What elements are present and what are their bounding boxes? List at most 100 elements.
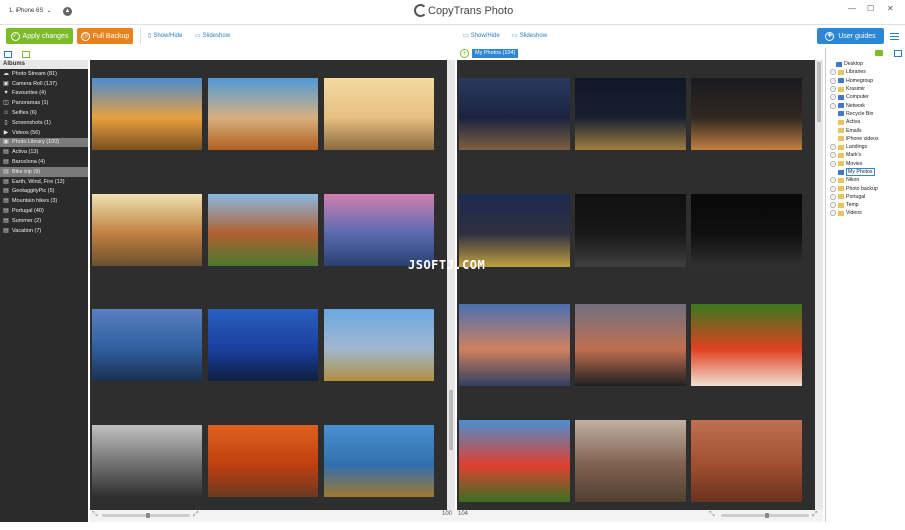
tree-item[interactable]: ›My Photos — [826, 168, 905, 176]
album-item[interactable]: ▤ Summer (2) — [0, 216, 88, 226]
photo-thumbnail[interactable] — [691, 420, 802, 502]
album-item[interactable]: ▤ Bike trip (9) — [0, 166, 88, 177]
photo-thumbnail[interactable] — [92, 425, 202, 497]
close-button[interactable]: ✕ — [887, 4, 894, 13]
expand-arrow-icon[interactable]: › — [830, 185, 836, 192]
photo-thumbnail[interactable] — [92, 309, 202, 381]
album-item[interactable]: ▶ Videos (56) — [0, 128, 88, 138]
photo-thumbnail[interactable] — [459, 194, 570, 267]
right-scrollbar[interactable] — [815, 60, 823, 510]
album-item[interactable]: ◫ Panoramas (1) — [0, 98, 88, 108]
tree-item[interactable]: › Mark's — [826, 151, 905, 159]
left-zoom-slider[interactable] — [102, 513, 190, 518]
scrollbar-thumb[interactable] — [817, 62, 821, 122]
collapse-icon[interactable]: ⤡ — [92, 511, 98, 519]
scrollbar-thumb[interactable] — [449, 390, 453, 450]
album-item[interactable]: ▤ Portugal (40) — [0, 206, 88, 216]
photo-thumbnail[interactable] — [324, 194, 434, 266]
photo-thumbnail[interactable] — [459, 304, 570, 386]
right-zoom-slider[interactable] — [721, 513, 809, 518]
expand-arrow-icon[interactable]: › — [830, 69, 836, 76]
photo-thumbnail[interactable] — [92, 194, 202, 266]
left-slideshow-button[interactable]: ▭ Slideshow — [195, 32, 230, 40]
photo-thumbnail[interactable] — [208, 78, 318, 150]
tree-item[interactable]: › Videos — [826, 209, 905, 217]
left-showhide-button[interactable]: ▯ Show/Hide — [148, 32, 182, 40]
expand-arrow-icon[interactable]: › — [830, 94, 836, 101]
my-photos-tag[interactable]: My Photos (104) — [472, 49, 519, 58]
hide-tree-icon[interactable] — [894, 50, 902, 57]
expand-arrow-icon[interactable]: › — [830, 144, 836, 151]
photo-thumbnail[interactable] — [324, 425, 434, 497]
photo-thumbnail[interactable] — [459, 78, 570, 150]
album-item[interactable]: ▤ Vacation (7) — [0, 226, 88, 236]
tree-item[interactable]: › Movies — [826, 160, 905, 168]
tree-item[interactable]: ›Recycle Bin — [826, 110, 905, 118]
new-album-icon[interactable] — [22, 50, 30, 58]
photo-thumbnail[interactable] — [92, 78, 202, 150]
expand-icon[interactable]: ⤢ — [193, 511, 199, 519]
tree-item[interactable]: › Homegroup — [826, 77, 905, 85]
tree-item[interactable]: › Temp — [826, 201, 905, 209]
expand-arrow-icon[interactable]: › — [830, 102, 836, 109]
album-item[interactable]: ▤ Earth, Wind, Fire (13) — [0, 177, 88, 187]
add-icon[interactable]: + — [460, 49, 469, 58]
expand-arrow-icon[interactable]: › — [830, 86, 836, 93]
tree-item[interactable]: ›Activa — [826, 118, 905, 126]
photo-thumbnail[interactable] — [324, 309, 434, 381]
expand-arrow-icon[interactable]: › — [830, 177, 836, 184]
album-item[interactable]: ▤ Activa (13) — [0, 147, 88, 157]
expand-arrow-icon[interactable]: › — [830, 210, 836, 217]
device-selector[interactable]: 1. iPhone 6S ⌄ — [9, 7, 51, 15]
expand-icon[interactable]: ⤢ — [812, 511, 818, 519]
expand-arrow-icon[interactable]: › — [830, 152, 836, 159]
album-item[interactable]: ☁ Photo Stream (81) — [0, 69, 88, 79]
new-folder-icon[interactable] — [875, 50, 883, 56]
photo-thumbnail[interactable] — [208, 309, 318, 381]
right-showhide-button[interactable]: ▭ Show/Hide — [463, 32, 500, 40]
photo-thumbnail[interactable] — [324, 78, 434, 150]
photo-thumbnail[interactable] — [575, 304, 686, 386]
tree-item[interactable]: ›Emails — [826, 126, 905, 134]
photo-thumbnail[interactable] — [575, 420, 686, 502]
right-slideshow-button[interactable]: ▭ Slideshow — [512, 32, 547, 40]
zoom-knob[interactable] — [146, 513, 150, 518]
expand-arrow-icon[interactable]: › — [830, 77, 836, 84]
album-item[interactable]: ▤ GeotaggityPic (5) — [0, 187, 88, 197]
minimize-button[interactable]: — — [848, 4, 856, 13]
photo-thumbnail[interactable] — [691, 194, 802, 267]
tree-item[interactable]: › Libraries — [826, 68, 905, 76]
expand-arrow-icon[interactable]: › — [830, 202, 836, 209]
album-item[interactable]: ▣ Photo Library (100) — [0, 137, 88, 148]
tree-item[interactable]: › Computer — [826, 93, 905, 101]
apply-changes-button[interactable]: ✓ Apply changes — [6, 28, 73, 44]
photo-thumbnail[interactable] — [691, 304, 802, 386]
photo-thumbnail[interactable] — [575, 194, 686, 267]
photo-thumbnail[interactable] — [208, 194, 318, 266]
photo-thumbnail[interactable] — [459, 420, 570, 502]
tree-item[interactable]: › Portugal — [826, 193, 905, 201]
album-item[interactable]: ☺ Selfies (6) — [0, 108, 88, 118]
album-item[interactable]: ▤ Barcelona (4) — [0, 157, 88, 167]
hamburger-menu-icon[interactable] — [890, 33, 899, 42]
tree-item[interactable]: ›iPhone videos — [826, 135, 905, 143]
eject-icon[interactable]: ▲ — [63, 7, 72, 16]
zoom-knob[interactable] — [765, 513, 769, 518]
tree-item[interactable]: › Nikon — [826, 176, 905, 184]
tree-item[interactable]: ›Desktop — [826, 60, 905, 68]
maximize-button[interactable]: ☐ — [867, 4, 874, 13]
user-guides-button[interactable]: ✚ User guides — [817, 28, 884, 44]
tree-item[interactable]: › Krasimir — [826, 85, 905, 93]
album-item[interactable]: ▤ Mountain hikes (3) — [0, 196, 88, 206]
tree-item[interactable]: › Network — [826, 101, 905, 109]
tree-item[interactable]: › Photo backup — [826, 184, 905, 192]
expand-arrow-icon[interactable]: › — [830, 160, 836, 167]
photo-thumbnail[interactable] — [575, 78, 686, 150]
album-item[interactable]: ▯ Screenshots (1) — [0, 118, 88, 128]
photo-thumbnail[interactable] — [208, 425, 318, 497]
album-item[interactable]: ▣ Camera Roll (137) — [0, 79, 88, 89]
full-backup-button[interactable]: ◷ Full Backup — [77, 28, 133, 44]
show-albums-icon[interactable] — [4, 50, 12, 58]
expand-arrow-icon[interactable]: › — [830, 193, 836, 200]
photo-thumbnail[interactable] — [691, 78, 802, 150]
